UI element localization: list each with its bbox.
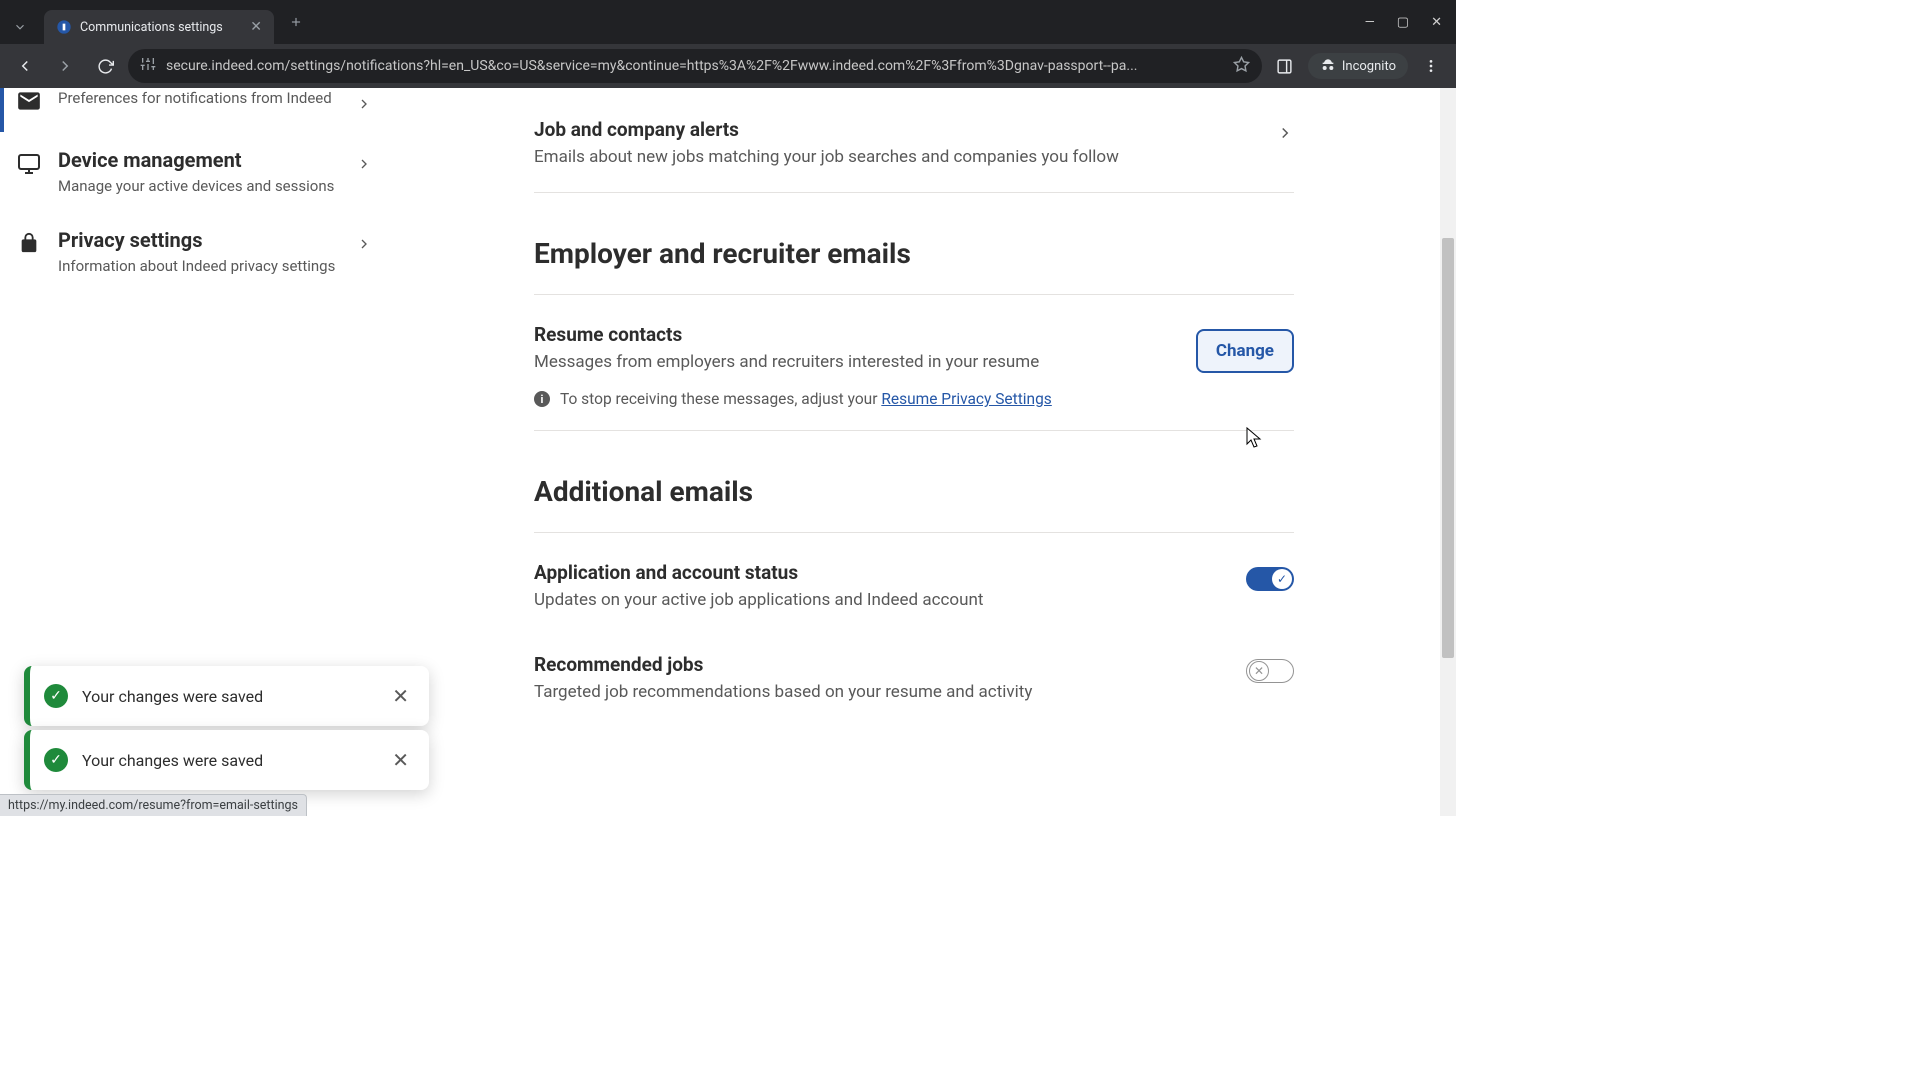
incognito-indicator[interactable]: Incognito — [1308, 53, 1408, 79]
toast-message: Your changes were saved — [82, 751, 386, 770]
setting-subtitle: Updates on your active job applications … — [534, 588, 1226, 613]
setting-title: Application and account status — [534, 561, 1226, 584]
info-icon: i — [534, 391, 550, 407]
check-circle-icon: ✓ — [44, 748, 68, 772]
tab-title: Communications settings — [80, 20, 223, 35]
chevron-right-icon — [356, 88, 372, 116]
check-icon: ✓ — [1272, 569, 1292, 589]
section-heading-employer: Employer and recruiter emails — [534, 237, 1294, 295]
settings-main: Job and company alerts Emails about new … — [534, 88, 1294, 727]
tab-favicon — [56, 19, 72, 35]
toggle-recommended-jobs[interactable]: ✕ — [1246, 659, 1294, 683]
close-window-icon[interactable]: ✕ — [1431, 15, 1442, 30]
check-circle-icon: ✓ — [44, 684, 68, 708]
side-panel-icon[interactable] — [1268, 49, 1302, 83]
mail-icon — [14, 88, 44, 114]
browser-menu-icon[interactable] — [1414, 49, 1448, 83]
sidebar-item-subtitle: Information about Indeed privacy setting… — [58, 256, 342, 276]
monitor-icon — [14, 148, 44, 176]
window-controls: ― ▢ ✕ — [1365, 15, 1456, 30]
active-tab[interactable]: Communications settings ✕ — [44, 10, 274, 44]
section-heading-additional: Additional emails — [534, 475, 1294, 533]
reload-button[interactable] — [88, 49, 122, 83]
sidebar-item-title: Device management — [58, 148, 342, 172]
lock-icon — [14, 228, 44, 254]
tab-search-dropdown[interactable] — [0, 10, 40, 44]
page-content: Preferences for notifications from Indee… — [0, 88, 1456, 816]
toggle-application-status[interactable]: ✓ — [1246, 567, 1294, 591]
setting-title: Resume contacts — [534, 323, 1176, 346]
back-button[interactable] — [8, 49, 42, 83]
vertical-scrollbar[interactable] — [1440, 88, 1456, 816]
setting-title: Recommended jobs — [534, 653, 1226, 676]
maximize-icon[interactable]: ▢ — [1397, 15, 1409, 30]
toast-message: Your changes were saved — [82, 687, 386, 706]
setting-title: Job and company alerts — [534, 118, 1256, 141]
close-icon: ✕ — [1249, 661, 1269, 681]
toast-saved-2: ✓ Your changes were saved ✕ — [24, 730, 429, 790]
sidebar-item-communications[interactable]: Preferences for notifications from Indee… — [0, 88, 390, 132]
minimize-icon[interactable]: ― — [1365, 15, 1375, 30]
setting-row-recommended-jobs: Recommended jobs Targeted job recommenda… — [534, 623, 1294, 727]
toast-close-button[interactable]: ✕ — [386, 744, 415, 776]
sidebar-item-subtitle: Preferences for notifications from Indee… — [58, 88, 342, 108]
browser-toolbar: secure.indeed.com/settings/notifications… — [0, 44, 1456, 88]
sidebar-item-subtitle: Manage your active devices and sessions — [58, 176, 342, 196]
status-bar: https://my.indeed.com/resume?from=email-… — [0, 794, 307, 816]
chevron-right-icon — [1276, 118, 1294, 142]
change-button[interactable]: Change — [1196, 329, 1294, 373]
forward-button[interactable] — [48, 49, 82, 83]
sidebar-item-privacy-settings[interactable]: Privacy settings Information about Indee… — [0, 212, 390, 292]
resume-privacy-link[interactable]: Resume Privacy Settings — [881, 390, 1052, 408]
chevron-right-icon — [356, 148, 372, 176]
address-bar[interactable]: secure.indeed.com/settings/notifications… — [128, 49, 1262, 83]
info-note: i To stop receiving these messages, adju… — [534, 390, 1294, 408]
setting-row-resume-contacts: Resume contacts Messages from employers … — [534, 301, 1294, 432]
url-text: secure.indeed.com/settings/notifications… — [166, 58, 1223, 74]
sidebar-item-device-management[interactable]: Device management Manage your active dev… — [0, 132, 390, 212]
settings-sidebar: Preferences for notifications from Indee… — [0, 88, 390, 293]
browser-tabstrip: Communications settings ✕ ― ▢ ✕ — [0, 0, 1456, 44]
setting-subtitle: Emails about new jobs matching your job … — [534, 145, 1256, 170]
setting-subtitle: Targeted job recommendations based on yo… — [534, 680, 1226, 705]
new-tab-button[interactable] — [282, 8, 310, 36]
setting-row-application-status: Application and account status Updates o… — [534, 539, 1294, 623]
bookmark-icon[interactable] — [1233, 56, 1250, 77]
info-text: To stop receiving these messages, adjust… — [560, 390, 881, 408]
toast-close-button[interactable]: ✕ — [386, 680, 415, 712]
site-settings-icon[interactable] — [140, 56, 156, 76]
setting-row-job-alerts[interactable]: Job and company alerts Emails about new … — [534, 88, 1294, 193]
tab-close-icon[interactable]: ✕ — [250, 19, 262, 35]
chevron-right-icon — [356, 228, 372, 256]
setting-subtitle: Messages from employers and recruiters i… — [534, 350, 1176, 375]
sidebar-item-title: Privacy settings — [58, 228, 342, 252]
toast-saved-1: ✓ Your changes were saved ✕ — [24, 666, 429, 726]
incognito-label: Incognito — [1342, 59, 1396, 74]
